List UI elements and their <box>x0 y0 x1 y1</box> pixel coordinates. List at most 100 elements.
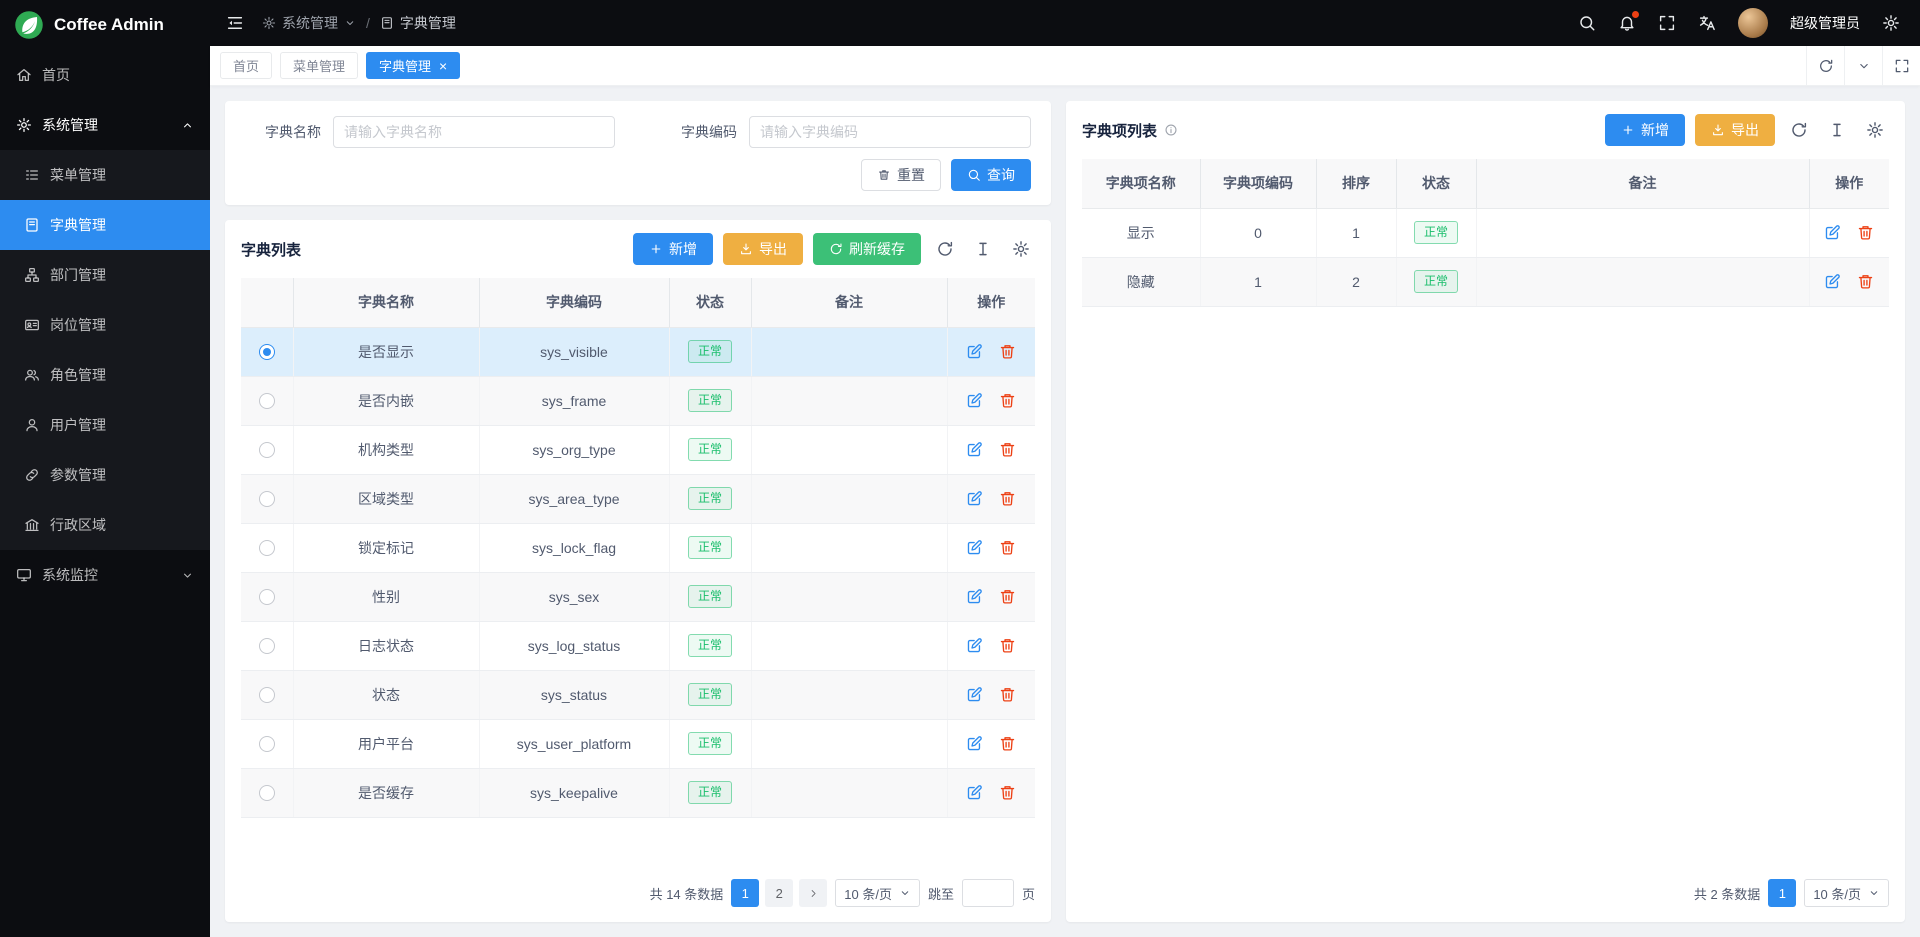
edit-icon[interactable] <box>1824 273 1841 290</box>
notification-badge <box>1632 11 1639 18</box>
avatar[interactable] <box>1738 8 1768 38</box>
column-header: 字典名称 <box>293 278 479 327</box>
fullscreen-icon[interactable] <box>1658 14 1676 32</box>
jump-page-input[interactable] <box>962 879 1014 907</box>
dict-table-row[interactable]: 用户平台sys_user_platform正常 <box>241 719 1035 768</box>
sidebar-item-dict-management[interactable]: 字典管理 <box>0 200 210 250</box>
tab-close-icon[interactable]: × <box>439 59 447 73</box>
item-column-settings-button[interactable] <box>1823 116 1851 144</box>
export-item-button[interactable]: 导出 <box>1695 114 1775 146</box>
search-icon[interactable] <box>1578 14 1596 32</box>
sidebar-item-dept-management[interactable]: 部门管理 <box>0 250 210 300</box>
edit-icon[interactable] <box>966 392 983 409</box>
add-item-button[interactable]: 新增 <box>1605 114 1685 146</box>
row-radio[interactable] <box>259 589 275 605</box>
edit-icon[interactable] <box>966 343 983 360</box>
tab-2[interactable]: 字典管理× <box>366 52 460 79</box>
delete-icon[interactable] <box>1857 224 1874 241</box>
row-radio[interactable] <box>259 393 275 409</box>
page-button-2[interactable]: 2 <box>765 879 793 907</box>
edit-icon[interactable] <box>966 539 983 556</box>
dict-code-input[interactable] <box>749 116 1031 148</box>
edit-icon[interactable] <box>966 784 983 801</box>
edit-icon[interactable] <box>966 735 983 752</box>
user-name[interactable]: 超级管理员 <box>1790 13 1860 33</box>
tab-0[interactable]: 首页 <box>220 52 272 79</box>
delete-icon[interactable] <box>999 588 1016 605</box>
dict-item-row[interactable]: 隐藏12正常 <box>1082 257 1889 306</box>
delete-icon[interactable] <box>999 490 1016 507</box>
delete-icon[interactable] <box>1857 273 1874 290</box>
row-radio[interactable] <box>259 491 275 507</box>
row-radio[interactable] <box>259 638 275 654</box>
settings-gear-icon[interactable] <box>1882 14 1900 32</box>
breadcrumb-system-management[interactable]: 系统管理 <box>262 13 356 33</box>
row-radio[interactable] <box>259 687 275 703</box>
export-dict-button[interactable]: 导出 <box>723 233 803 265</box>
page-size-select[interactable]: 10 条/页 <box>835 879 920 907</box>
sidebar-item-post-management[interactable]: 岗位管理 <box>0 300 210 350</box>
tabs: 首页菜单管理字典管理× <box>210 46 1806 85</box>
dict-table-row[interactable]: 日志状态sys_log_status正常 <box>241 621 1035 670</box>
sidebar-item-user-management[interactable]: 用户管理 <box>0 400 210 450</box>
sidebar-item-system-monitor[interactable]: 系统监控 <box>0 550 210 600</box>
dict-table-row[interactable]: 锁定标记sys_lock_flag正常 <box>241 523 1035 572</box>
tab-options-button[interactable] <box>1844 46 1882 85</box>
notifications-button[interactable] <box>1618 14 1636 32</box>
edit-icon[interactable] <box>966 637 983 654</box>
refresh-page-button[interactable] <box>1806 46 1844 85</box>
page-size-select[interactable]: 10 条/页 <box>1804 879 1889 907</box>
dict-name-cell: 性别 <box>293 572 479 621</box>
edit-icon[interactable] <box>966 441 983 458</box>
delete-icon[interactable] <box>999 735 1016 752</box>
row-radio[interactable] <box>259 785 275 801</box>
delete-icon[interactable] <box>999 637 1016 654</box>
sidebar-item-system-management[interactable]: 系统管理 <box>0 100 210 150</box>
row-radio[interactable] <box>259 540 275 556</box>
dict-table-row[interactable]: 性别sys_sex正常 <box>241 572 1035 621</box>
sidebar-item-home[interactable]: 首页 <box>0 50 210 100</box>
app-logo[interactable]: Coffee Admin <box>0 0 210 50</box>
edit-icon[interactable] <box>966 490 983 507</box>
reset-button[interactable]: 重置 <box>861 159 941 191</box>
dict-item-row[interactable]: 显示01正常 <box>1082 208 1889 257</box>
sidebar-item-menu-management[interactable]: 菜单管理 <box>0 150 210 200</box>
reload-table-button[interactable] <box>931 235 959 263</box>
reload-item-table-button[interactable] <box>1785 116 1813 144</box>
collapse-sidebar-icon[interactable] <box>226 14 244 32</box>
refresh-cache-button[interactable]: 刷新缓存 <box>813 233 921 265</box>
delete-icon[interactable] <box>999 343 1016 360</box>
tab-1[interactable]: 菜单管理 <box>280 52 358 79</box>
table-settings-button[interactable] <box>1007 235 1035 263</box>
delete-icon[interactable] <box>999 784 1016 801</box>
page-button-1[interactable]: 1 <box>731 879 759 907</box>
column-settings-button[interactable] <box>969 235 997 263</box>
dict-table-row[interactable]: 区域类型sys_area_type正常 <box>241 474 1035 523</box>
delete-icon[interactable] <box>999 441 1016 458</box>
expand-content-button[interactable] <box>1882 46 1920 85</box>
dict-table-row[interactable]: 机构类型sys_org_type正常 <box>241 425 1035 474</box>
dict-table-row[interactable]: 状态sys_status正常 <box>241 670 1035 719</box>
edit-icon[interactable] <box>966 588 983 605</box>
edit-icon[interactable] <box>1824 224 1841 241</box>
next-page-button[interactable] <box>799 879 827 907</box>
row-radio[interactable] <box>259 736 275 752</box>
sidebar-item-param-management[interactable]: 参数管理 <box>0 450 210 500</box>
query-button[interactable]: 查询 <box>951 159 1031 191</box>
translate-icon[interactable] <box>1698 14 1716 32</box>
dict-table-row[interactable]: 是否缓存sys_keepalive正常 <box>241 768 1035 817</box>
delete-icon[interactable] <box>999 686 1016 703</box>
sidebar-item-admin-region[interactable]: 行政区域 <box>0 500 210 550</box>
row-radio[interactable] <box>259 344 275 360</box>
add-dict-button[interactable]: 新增 <box>633 233 713 265</box>
row-radio[interactable] <box>259 442 275 458</box>
delete-icon[interactable] <box>999 392 1016 409</box>
edit-icon[interactable] <box>966 686 983 703</box>
dict-table-row[interactable]: 是否显示sys_visible正常 <box>241 327 1035 376</box>
sidebar-item-role-management[interactable]: 角色管理 <box>0 350 210 400</box>
dict-name-input[interactable] <box>333 116 615 148</box>
delete-icon[interactable] <box>999 539 1016 556</box>
page-button-1[interactable]: 1 <box>1768 879 1796 907</box>
dict-table-row[interactable]: 是否内嵌sys_frame正常 <box>241 376 1035 425</box>
item-table-settings-button[interactable] <box>1861 116 1889 144</box>
